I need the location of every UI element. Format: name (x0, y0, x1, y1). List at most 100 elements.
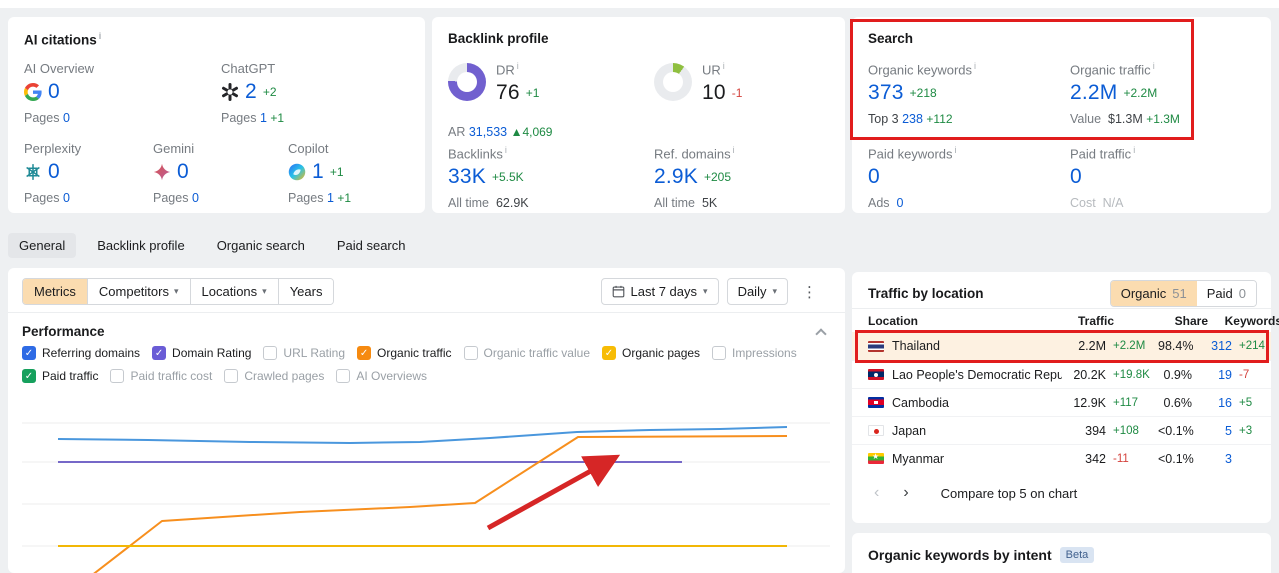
location-row-cambodia[interactable]: Cambodia 12.9K +117 0.6% 16 +5 (852, 388, 1271, 416)
organic-paid-toggle: Organic 51 Paid 0 (1109, 280, 1257, 307)
filter-locations-button[interactable]: Locations ▾ (189, 279, 278, 304)
metric-checkbox-domain-rating[interactable]: ✓ Domain Rating (152, 346, 251, 360)
info-icon[interactable]: i (733, 145, 735, 155)
gemini-icon (153, 163, 171, 181)
toggle-paid[interactable]: Paid 0 (1196, 281, 1256, 306)
metric-checkbox-impressions[interactable]: Impressions (712, 346, 797, 360)
granularity-button[interactable]: Daily ▾ (726, 278, 788, 305)
keywords-value[interactable]: 3 (1192, 452, 1232, 466)
metric-label: Crawled pages (244, 369, 325, 383)
info-icon[interactable]: i (723, 61, 725, 71)
filter-metrics-button[interactable]: Metrics (23, 279, 87, 304)
checked-checkbox-icon[interactable]: ✓ (152, 346, 167, 360)
performance-line-chart[interactable] (8, 390, 845, 573)
date-range-button[interactable]: Last 7 days ▾ (600, 278, 719, 305)
metric-label: Domain Rating (172, 346, 252, 360)
ai-citation-count[interactable]: 1 (312, 160, 324, 184)
keywords-value[interactable]: 19 (1192, 368, 1232, 382)
tab-organic-search[interactable]: Organic search (206, 233, 316, 258)
beta-badge: Beta (1059, 547, 1095, 563)
divider (8, 312, 845, 313)
col-location: Location (868, 314, 918, 328)
unchecked-checkbox-icon[interactable] (336, 369, 351, 383)
prev-page-icon[interactable]: ‹ (868, 484, 885, 502)
unchecked-checkbox-icon[interactable] (463, 346, 478, 360)
paid-keywords-value[interactable]: 0 (868, 165, 880, 189)
tab-general[interactable]: General (8, 233, 77, 258)
tab-backlink-profile[interactable]: Backlink profile (86, 233, 195, 258)
toggle-organic[interactable]: Organic 51 (1110, 281, 1197, 306)
info-icon[interactable]: i (99, 31, 102, 41)
ads-row: Ads 0 (868, 196, 904, 211)
metric-label: AI Overviews (356, 369, 428, 383)
collapse-chevron-up-icon[interactable] (815, 328, 827, 340)
ar-row: AR 31,533 ▲4,069 (448, 125, 553, 139)
info-icon[interactable]: i (955, 145, 957, 155)
top3-row: Top 3 238 +112 (868, 112, 953, 127)
next-page-icon[interactable]: › (897, 484, 914, 502)
metric-label: Paid traffic cost (130, 369, 213, 383)
info-icon[interactable]: i (1153, 61, 1155, 71)
filter-years-button[interactable]: Years (277, 279, 334, 304)
traffic-value-row: Value $1.3M +1.3M (1070, 112, 1180, 127)
ai-citation-count[interactable]: 0 (48, 80, 60, 104)
ai-citation-count[interactable]: 2 (245, 80, 257, 104)
organic-traffic-value[interactable]: 2.2M (1070, 81, 1118, 105)
metric-checkbox-paid-traffic-cost[interactable]: Paid traffic cost (110, 369, 212, 383)
ai-citation-ai-overview: AI Overview 0 Pages 0 (24, 61, 214, 125)
metric-checkbox-organic-traffic[interactable]: ✓ Organic traffic (357, 346, 452, 360)
keywords-delta: +3 (1239, 424, 1253, 437)
metric-checkbox-crawled-pages[interactable]: Crawled pages (224, 369, 324, 383)
compare-top5-link[interactable]: Compare top 5 on chart (941, 486, 1078, 501)
metric-checkbox-url-rating[interactable]: URL Rating (263, 346, 345, 360)
unchecked-checkbox-icon[interactable] (110, 369, 125, 383)
unchecked-checkbox-icon[interactable] (712, 346, 727, 360)
info-icon[interactable]: i (1133, 145, 1135, 155)
ai-citation-delta: +1 (329, 165, 344, 179)
checked-checkbox-icon[interactable]: ✓ (22, 369, 36, 383)
ai-citation-count[interactable]: 0 (177, 160, 189, 184)
filter-button-group: Metrics Competitors ▾ Locations ▾ Years (22, 278, 335, 305)
unchecked-checkbox-icon[interactable] (263, 346, 278, 360)
checked-checkbox-icon[interactable]: ✓ (22, 346, 36, 360)
share-value: 0.6% (1163, 395, 1193, 410)
info-icon[interactable]: i (505, 145, 507, 155)
chevron-down-icon: ▾ (772, 286, 777, 296)
metric-checkbox-organic-traffic-value[interactable]: Organic traffic value (463, 346, 590, 360)
keywords-value[interactable]: 16 (1192, 396, 1232, 410)
metric-label: Paid traffic (42, 369, 99, 383)
metric-checkbox-organic-pages[interactable]: ✓ Organic pages (602, 346, 700, 360)
location-row-thailand[interactable]: Thailand 2.2M +2.2M 98.4% 312 +214 (852, 332, 1271, 360)
organic-keywords-label: Organic keywords i (868, 61, 977, 78)
keywords-value[interactable]: 5 (1192, 424, 1232, 438)
metric-checkbox-ai-overviews[interactable]: AI Overviews (336, 369, 427, 383)
info-icon[interactable]: i (517, 61, 519, 71)
cost-row: Cost N/A (1070, 196, 1124, 211)
location-row-japan[interactable]: Japan 394 +108 <0.1% 5 +3 (852, 416, 1271, 444)
checked-checkbox-icon[interactable]: ✓ (602, 346, 616, 360)
location-row-laos[interactable]: Lao People's Democratic Reput 20.2K +19.8K… (852, 360, 1271, 388)
col-traffic: Traffic (1078, 314, 1115, 328)
paid-traffic-value[interactable]: 0 (1070, 165, 1082, 189)
metric-checkbox-referring-domains[interactable]: ✓ Referring domains (22, 346, 140, 360)
keywords-value[interactable]: 312 (1192, 339, 1232, 353)
tab-paid-search[interactable]: Paid search (326, 233, 417, 258)
section-tabs: General Backlink profile Organic search Pai… (8, 233, 417, 258)
organic-keywords-value[interactable]: 373 (868, 81, 904, 105)
traffic-value: 20.2K (1073, 367, 1106, 382)
location-row-myanmar[interactable]: Myanmar 342 -11 <0.1%3 (852, 444, 1271, 472)
ai-source-label: ChatGPT (221, 61, 276, 76)
location-name: Thailand (892, 339, 940, 353)
filter-competitors-button[interactable]: Competitors ▾ (86, 279, 190, 304)
backlinks-value[interactable]: 33K (448, 165, 486, 189)
ar-value[interactable]: 31,533 (469, 125, 507, 139)
info-icon[interactable]: i (974, 61, 976, 71)
checked-checkbox-icon[interactable]: ✓ (357, 346, 372, 360)
kebab-menu-icon[interactable]: ⋮ (796, 281, 823, 303)
chatgpt-icon (221, 83, 239, 101)
ref-domains-alltime: All time 5K (654, 196, 718, 211)
unchecked-checkbox-icon[interactable] (224, 369, 239, 383)
ref-domains-value[interactable]: 2.9K (654, 165, 698, 189)
ai-citation-count[interactable]: 0 (48, 160, 60, 184)
metric-checkbox-paid-traffic[interactable]: ✓ Paid traffic (22, 369, 98, 383)
